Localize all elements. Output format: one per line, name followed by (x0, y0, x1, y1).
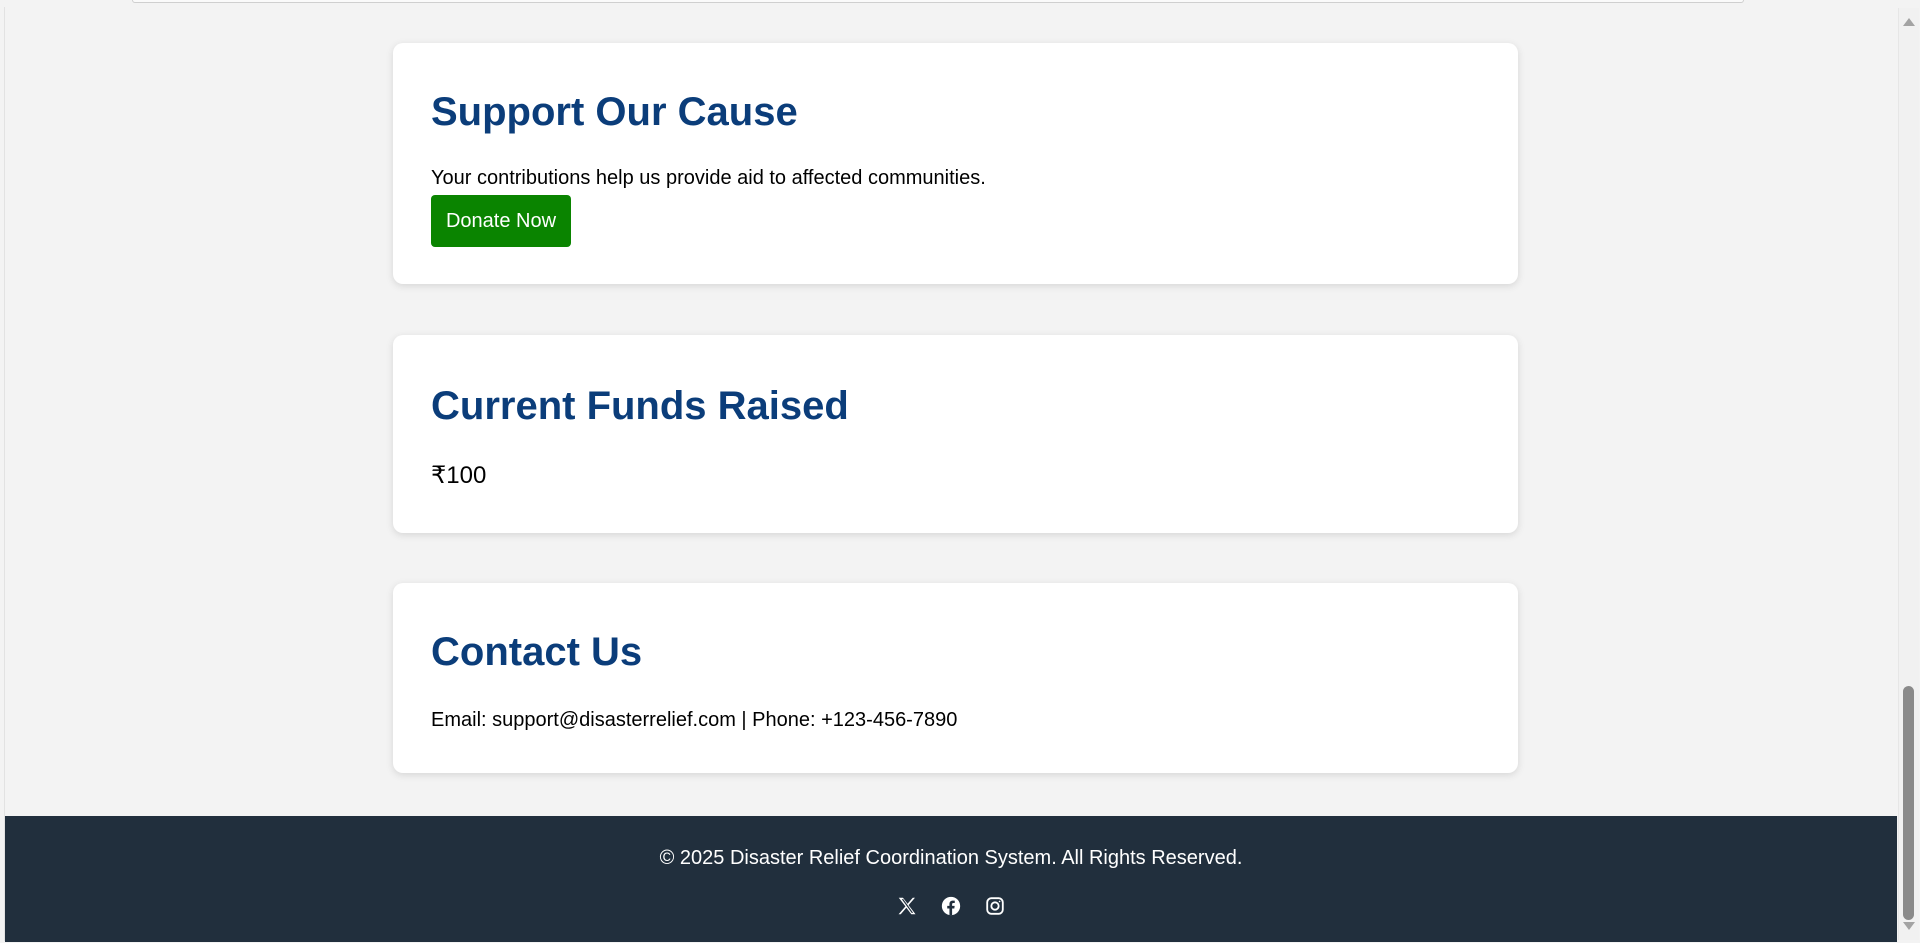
facebook-icon[interactable] (940, 895, 962, 917)
previous-section-edge (132, 0, 1744, 3)
browser-viewport: Support Our Cause Your contributions hel… (0, 0, 1920, 943)
scroll-thumb[interactable] (1903, 686, 1914, 920)
contact-details: Email: support@disasterrelief.com | Phon… (431, 709, 958, 731)
copyright-text: © 2025 Disaster Relief Coordination Syst… (659, 847, 1243, 869)
site-footer: © 2025 Disaster Relief Coordination Syst… (5, 816, 1897, 942)
x-icon[interactable] (896, 895, 918, 917)
support-card: Support Our Cause Your contributions hel… (393, 43, 1518, 284)
page-content: Support Our Cause Your contributions hel… (4, 7, 1898, 941)
donate-now-button[interactable]: Donate Now (431, 195, 571, 247)
scroll-up-arrow-icon[interactable] (1903, 18, 1915, 26)
contact-title: Contact Us (431, 630, 643, 674)
contact-card: Contact Us Email: support@disasterrelief… (393, 583, 1518, 773)
scroll-down-arrow-icon[interactable] (1903, 922, 1915, 930)
funds-title: Current Funds Raised (431, 384, 849, 428)
social-links (5, 895, 1897, 917)
support-text: Your contributions help us provide aid t… (431, 167, 986, 189)
funds-card: Current Funds Raised ₹100 (393, 335, 1518, 533)
instagram-icon[interactable] (984, 895, 1006, 917)
support-title: Support Our Cause (431, 90, 798, 134)
vertical-scrollbar[interactable] (1898, 8, 1919, 940)
funds-amount: ₹100 (431, 462, 487, 489)
